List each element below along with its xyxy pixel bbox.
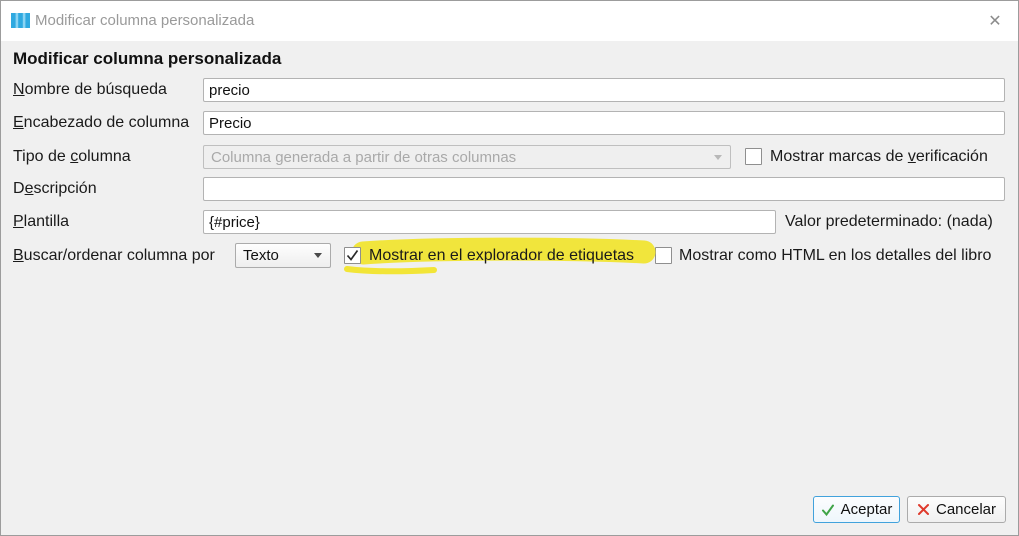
cancel-button[interactable]: Cancelar xyxy=(907,496,1006,523)
sort-by-dropdown[interactable]: Texto xyxy=(235,243,331,268)
accept-button[interactable]: Aceptar xyxy=(813,496,900,523)
dialog-heading: Modificar columna personalizada xyxy=(13,49,282,68)
show-checkmarks-checkbox[interactable] xyxy=(745,148,762,165)
column-type-dropdown: Columna generada a partir de otras colum… xyxy=(203,145,731,169)
default-value-text: Valor predeterminado: (nada) xyxy=(785,213,993,230)
template-input[interactable] xyxy=(203,210,776,234)
show-as-html-label: Mostrar como HTML en los detalles del li… xyxy=(679,247,992,264)
column-type-label: Tipo de columna xyxy=(13,148,131,165)
show-in-tag-browser-checkbox[interactable] xyxy=(344,247,361,264)
window-title: Modificar columna personalizada xyxy=(35,12,255,29)
description-input[interactable] xyxy=(203,177,1005,201)
dropdown-arrow-icon xyxy=(714,154,722,160)
columns-icon xyxy=(11,13,30,28)
title-bar: Modificar columna personalizada ✕ xyxy=(1,1,1018,41)
column-heading-label: Encabezado de columna xyxy=(13,114,190,131)
template-label: Plantilla xyxy=(13,213,70,230)
lookup-name-label: Nombre de búsqueda xyxy=(13,81,167,98)
x-icon xyxy=(917,504,929,515)
column-type-value: Columna generada a partir de otras colum… xyxy=(211,148,517,166)
show-as-html-checkbox[interactable] xyxy=(655,247,672,264)
cancel-button-label: Cancelar xyxy=(935,501,997,518)
dialog-window: Modificar columna personalizada ✕ Modifi… xyxy=(0,0,1019,536)
description-label: Descripción xyxy=(13,180,97,197)
show-in-tag-browser-label: Mostrar en el explorador de etiquetas xyxy=(369,247,635,264)
show-checkmarks-label: Mostrar marcas de verificación xyxy=(770,148,988,165)
close-icon: ✕ xyxy=(988,13,1002,30)
checkmark-icon xyxy=(346,250,359,261)
accept-button-label: Aceptar xyxy=(840,501,893,518)
sort-by-value: Texto xyxy=(243,247,279,264)
dropdown-arrow-icon xyxy=(314,253,322,258)
sort-by-label: Buscar/ordenar columna por xyxy=(13,247,215,264)
lookup-name-input[interactable] xyxy=(203,78,1005,102)
check-icon xyxy=(821,504,834,516)
column-heading-input[interactable] xyxy=(203,111,1005,135)
close-button[interactable]: ✕ xyxy=(982,8,1008,34)
